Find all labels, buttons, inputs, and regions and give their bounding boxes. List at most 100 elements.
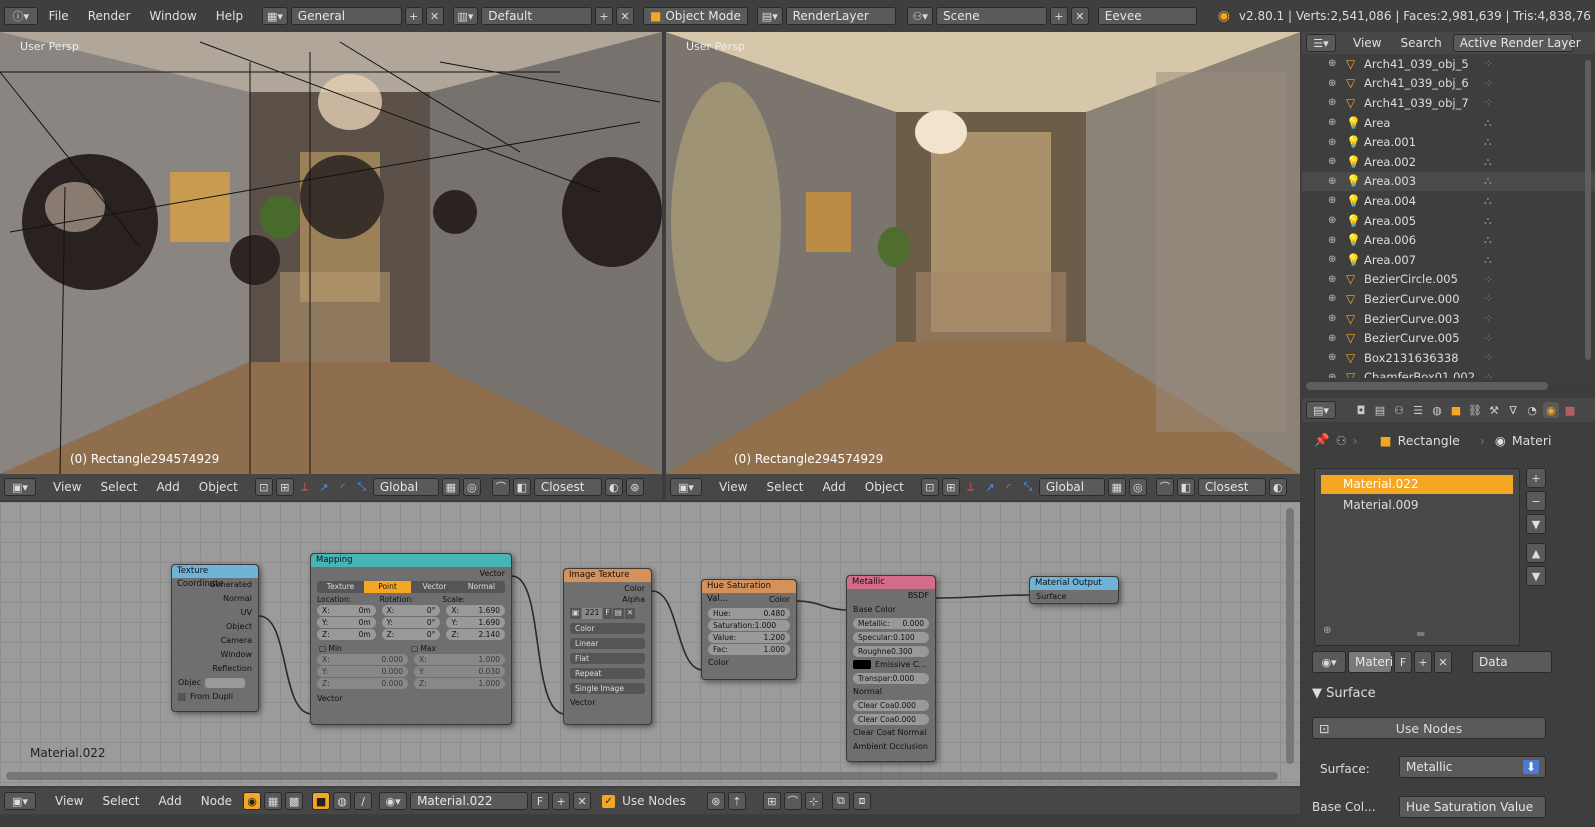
from-dupli-row[interactable]: From Dupli bbox=[172, 690, 258, 704]
layers-icon[interactable]: ▦ bbox=[441, 478, 460, 496]
open-image-icon[interactable]: ▤ bbox=[612, 608, 624, 619]
source-select[interactable]: Single Image bbox=[570, 683, 645, 694]
menu-select[interactable]: Select bbox=[94, 794, 147, 808]
proportional-icon[interactable]: ◎ bbox=[462, 478, 481, 496]
image-selector[interactable]: ▣ 221 F ▤ ✕ bbox=[570, 608, 645, 619]
display-mode-select[interactable]: Active Render Layer bbox=[1452, 34, 1581, 52]
min-z-field[interactable]: Z: 0.000 bbox=[317, 678, 408, 689]
expand-icon[interactable]: ⊕ bbox=[1328, 333, 1336, 344]
outliner-item[interactable]: ⊕ 💡 Area.004 ⛬ bbox=[1302, 191, 1595, 211]
layers-icon[interactable]: ▦ bbox=[1107, 478, 1126, 496]
scale-x-field[interactable]: X: 1.690 bbox=[446, 605, 506, 616]
fac-field[interactable]: Fac: 1.000 bbox=[708, 644, 790, 655]
filter-icon[interactable]: ⊕ bbox=[1323, 625, 1331, 636]
expand-icon[interactable]: ⊕ bbox=[1328, 352, 1336, 363]
outliner-item[interactable]: ⊕ ▽ Arch41_039_obj_6 ⁘ bbox=[1302, 74, 1595, 94]
proportional-icon[interactable]: ◎ bbox=[1128, 478, 1147, 496]
outliner-item[interactable]: ⊕ ▽ Box2131636338 ⁘ bbox=[1302, 348, 1595, 368]
backdrop-icon[interactable]: ⊛ bbox=[706, 792, 725, 810]
hue-saturation-node[interactable]: Hue Saturation Val... Color Hue: 0.480 Sa… bbox=[701, 579, 797, 680]
clear-coat-field[interactable]: Clear Coa0.000 bbox=[853, 700, 929, 711]
menu-view[interactable]: View bbox=[711, 480, 755, 494]
texture-tab-icon[interactable]: ▩ bbox=[1562, 402, 1578, 418]
new-material-button[interactable]: + bbox=[552, 792, 571, 810]
rotate-icon[interactable]: ◜ bbox=[1001, 479, 1017, 495]
snap-element-icon[interactable]: ⊹ bbox=[804, 792, 823, 810]
loc-y-field[interactable]: Y: 0m bbox=[317, 617, 376, 628]
min-checkbox[interactable]: ▢ Min bbox=[319, 644, 411, 653]
magnet-icon[interactable]: ⌒ bbox=[491, 478, 510, 496]
surface-panel-header[interactable]: ▼ Surface bbox=[1312, 686, 1582, 701]
render-layer-icon[interactable]: ▤▾ bbox=[756, 7, 783, 25]
scale-y-field[interactable]: Y: 1.690 bbox=[446, 617, 506, 628]
material-browse-icon[interactable]: ◉▾ bbox=[1312, 651, 1346, 673]
vertical-scrollbar[interactable] bbox=[1286, 508, 1294, 764]
image-texture-node[interactable]: Image Texture Color Alpha ▣ 221 F ▤ ✕ Co… bbox=[563, 568, 652, 725]
menu-object[interactable]: Object bbox=[191, 480, 246, 494]
expand-icon[interactable]: ⊕ bbox=[1328, 372, 1336, 378]
metallic-field[interactable]: Metallic: 0.000 bbox=[853, 618, 929, 629]
menu-add[interactable]: Add bbox=[815, 480, 854, 494]
scene-select[interactable]: Scene bbox=[936, 7, 1047, 25]
horizontal-scrollbar[interactable] bbox=[6, 772, 1278, 780]
compositing-nodes-icon[interactable]: ▦ bbox=[264, 792, 283, 810]
tab-point[interactable]: Point bbox=[364, 581, 411, 593]
menu-select[interactable]: Select bbox=[92, 480, 145, 494]
material-name-field[interactable]: Materi bbox=[1348, 651, 1393, 673]
magnet-icon[interactable]: ⌒ bbox=[783, 792, 802, 810]
specular-field[interactable]: Specular:0.100 bbox=[853, 632, 929, 643]
editor-type-icon[interactable]: ☰▾ bbox=[1306, 34, 1336, 52]
snap-node-icon[interactable]: ⊞ bbox=[762, 792, 781, 810]
max-checkbox[interactable]: ▢ Max bbox=[411, 644, 503, 653]
object-tab-icon[interactable]: ◍ bbox=[1429, 402, 1445, 418]
expand-icon[interactable]: ⊕ bbox=[1328, 254, 1336, 265]
expand-icon[interactable]: ⊕ bbox=[1328, 117, 1336, 128]
outliner-scrollbar[interactable] bbox=[1585, 60, 1591, 360]
world-tab-icon[interactable]: ☰ bbox=[1410, 402, 1426, 418]
orientation-select[interactable]: Global bbox=[372, 478, 439, 496]
outliner-item[interactable]: ⊕ 💡 Area.006 ⛬ bbox=[1302, 230, 1595, 250]
tab-normal[interactable]: Normal bbox=[458, 581, 505, 593]
screen-select[interactable]: Default bbox=[481, 7, 592, 25]
editor-type-icon[interactable]: ▣▾ bbox=[4, 792, 36, 810]
menu-window[interactable]: Window bbox=[141, 9, 204, 23]
material-output-node[interactable]: Material Output Surface bbox=[1029, 576, 1119, 604]
layout-select[interactable]: General bbox=[290, 7, 402, 25]
transparency-field[interactable]: Transpar:0.000 bbox=[853, 673, 929, 684]
remove-layout-button[interactable]: ✕ bbox=[425, 7, 444, 25]
fake-user-button[interactable]: F bbox=[1394, 651, 1412, 673]
particles-tab-icon[interactable]: ∇ bbox=[1505, 402, 1521, 418]
scene-tab-icon[interactable]: ⚇ bbox=[1391, 402, 1407, 418]
interpolation-select[interactable]: Linear bbox=[570, 638, 645, 649]
material-tab-icon[interactable]: ◉ bbox=[1543, 402, 1559, 418]
shader-nodes-icon[interactable]: ◉ bbox=[243, 792, 262, 810]
linestyle-icon[interactable]: ∕ bbox=[354, 792, 373, 810]
clear-coat-roughness-field[interactable]: Clear Coa0.000 bbox=[853, 714, 929, 725]
snap-target-select[interactable]: Closest bbox=[1197, 478, 1266, 496]
extension-select[interactable]: Repeat bbox=[570, 668, 645, 679]
outliner-item[interactable]: ⊕ 💡 Area.003 ⛬ bbox=[1302, 171, 1595, 192]
mode-select[interactable]: ■ Object Mode bbox=[642, 7, 748, 25]
outliner-item[interactable]: ⊕ 💡 Area.002 ⛬ bbox=[1302, 152, 1595, 172]
outliner-item[interactable]: ⊕ 💡 Area.007 ⛬ bbox=[1302, 250, 1595, 270]
menu-select[interactable]: Select bbox=[758, 480, 811, 494]
emissive-color-swatch[interactable] bbox=[853, 660, 871, 669]
outliner-item[interactable]: ⊕ ▽ BezierCircle.005 ⁘ bbox=[1302, 270, 1595, 290]
expand-icon[interactable]: ⊕ bbox=[1328, 97, 1336, 108]
translate-icon[interactable]: ↗ bbox=[982, 479, 998, 495]
slot-menu-button[interactable]: ▼ bbox=[1526, 514, 1546, 534]
texture-nodes-icon[interactable]: ▩ bbox=[285, 792, 304, 810]
move-down-button[interactable]: ▼ bbox=[1526, 566, 1546, 586]
mapping-node[interactable]: Mapping Vector Texture Point Vector Norm… bbox=[310, 553, 512, 725]
loc-x-field[interactable]: X: 0m bbox=[317, 605, 376, 616]
editor-type-icon[interactable]: ▣▾ bbox=[670, 478, 702, 496]
render-tab-icon[interactable]: ◘ bbox=[1353, 402, 1369, 418]
magnet-icon[interactable]: ⌒ bbox=[1155, 478, 1174, 496]
outliner-item[interactable]: ⊕ ▽ BezierCurve.000 ⁘ bbox=[1302, 289, 1595, 309]
material-slot-list[interactable]: Material.022 Material.009 ═ ⊕ bbox=[1314, 468, 1520, 646]
expand-icon[interactable]: ⊕ bbox=[1328, 78, 1336, 89]
menu-render[interactable]: Render bbox=[80, 9, 139, 23]
expand-icon[interactable]: ⊕ bbox=[1328, 293, 1336, 304]
orientation-select[interactable]: Global bbox=[1038, 478, 1105, 496]
data-tab-icon[interactable]: ⚒ bbox=[1486, 402, 1502, 418]
